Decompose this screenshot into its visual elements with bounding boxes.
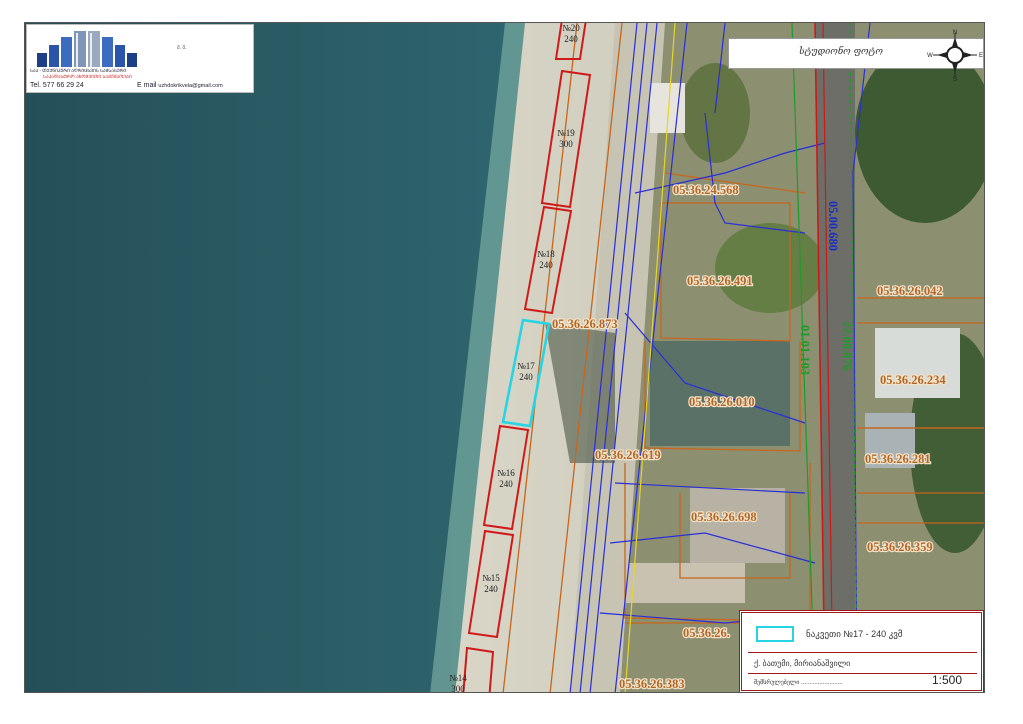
plot-number: №20: [562, 23, 580, 33]
company-subtitle: ᲡᲐᲙᲐᲓᲐᲡᲢᲠᲝ ᲐᲖᲝᲛᲕᲘᲗᲘ ᲡᲐᲛᲣᲨᲐᲝᲔᲑᲘ: [43, 74, 132, 79]
north-label: N: [953, 30, 957, 36]
east-label: E: [979, 53, 983, 59]
plot-area: 240: [539, 260, 553, 270]
plot-number: №17: [517, 361, 535, 371]
west-label: W: [927, 53, 933, 59]
cadastral-code-label[interactable]: 05.36.26.619: [594, 447, 662, 463]
compass-icon: N S W E: [927, 30, 983, 83]
email-label: E mail: [137, 82, 157, 89]
plot-area: 300: [559, 139, 573, 149]
vegetation: [715, 223, 825, 313]
cadastral-code-label[interactable]: 05.36.26.281: [864, 451, 932, 467]
cadastral-code-label[interactable]: 05.36.26.010: [688, 394, 756, 410]
building: [690, 488, 785, 563]
signature-text: სტუდიონო ფოტო: [799, 47, 883, 57]
map-frame[interactable]: №20 240 №19 300 №18 240 №17 240 №16 240 №15 240 №14 3…: [24, 22, 985, 693]
legend-box: ნაკვეთი №17 - 240 კვმ ქ. ბათუმი, მირიანა…: [739, 610, 984, 692]
telephone-row: Tel. 577 66 29 24: [30, 82, 84, 89]
legend-divider: [748, 652, 977, 653]
email-value[interactable]: uzhdokrikvela@gmail.com: [158, 83, 222, 89]
building: [620, 563, 745, 603]
cadastral-code-label[interactable]: 05.36.26.873: [551, 316, 619, 332]
north-arrow-panel: სტუდიონო ფოტო N S W E: [728, 30, 984, 83]
legend-swatch: [756, 626, 794, 642]
cadastral-code-label[interactable]: 05.36.26.698: [690, 509, 758, 525]
plot-number: №14: [449, 673, 467, 683]
orthophoto-map[interactable]: №20240№19300№18240№17240№16240№15240№143…: [25, 23, 985, 693]
plot-area: 300: [451, 684, 465, 693]
legend-author: შემსრულებელი .........................: [754, 680, 843, 686]
south-label: S: [953, 77, 957, 83]
cadastral-code-label[interactable]: 05.36.26.042: [876, 283, 944, 299]
plot-area: 240: [499, 479, 513, 489]
road-code-label[interactable]: 01.01.103: [798, 325, 812, 375]
cadastral-code-label[interactable]: 05.36.24.568: [672, 182, 740, 198]
plot-number: №16: [497, 468, 515, 478]
legend-label: ნაკვეთი №17 - 240 კვმ: [806, 629, 903, 639]
building: [875, 328, 960, 398]
plot-number: №18: [537, 249, 555, 259]
building: [650, 341, 790, 446]
company-header: შ. შ. ᲡᲐᲐ - ᲗᲔᲥᲜᲘᲙᲣᲠᲘ ᲐᲦᲠᲘᲪᲮᲕᲘᲡ ᲡᲐᲛᲡᲐᲮᲣᲠ…: [26, 24, 254, 93]
plot-number: №19: [557, 128, 575, 138]
telephone-label: Tel.: [30, 82, 41, 89]
cadastral-code-label[interactable]: 05.36.26.491: [686, 273, 754, 289]
plot-area: 240: [484, 584, 498, 594]
plot-area: 240: [564, 34, 578, 44]
company-logo: [37, 31, 137, 67]
cadastral-code-partial[interactable]: 05.36.26.: [682, 625, 731, 641]
plot-area: 240: [519, 372, 533, 382]
cadastral-code-label[interactable]: 05.36.26.383: [618, 676, 686, 692]
road-code-label[interactable]: 22.00.076: [840, 321, 854, 371]
cadastral-code-label[interactable]: 05.36.26.359: [866, 539, 934, 555]
email-row: E mail uzhdokrikvela@gmail.com: [137, 82, 223, 89]
telephone-value[interactable]: 577 66 29 24: [43, 82, 84, 89]
legend-location: ქ. ბათუმი, მირიანაშვილი: [754, 659, 851, 668]
cadastral-code-label[interactable]: 05.36.26.234: [879, 372, 948, 388]
plot-number: №15: [482, 573, 500, 583]
logo-mark: შ. შ.: [177, 45, 187, 51]
map-scale: 1:500: [932, 673, 963, 687]
road-code-label[interactable]: 05.00.680: [826, 201, 840, 251]
